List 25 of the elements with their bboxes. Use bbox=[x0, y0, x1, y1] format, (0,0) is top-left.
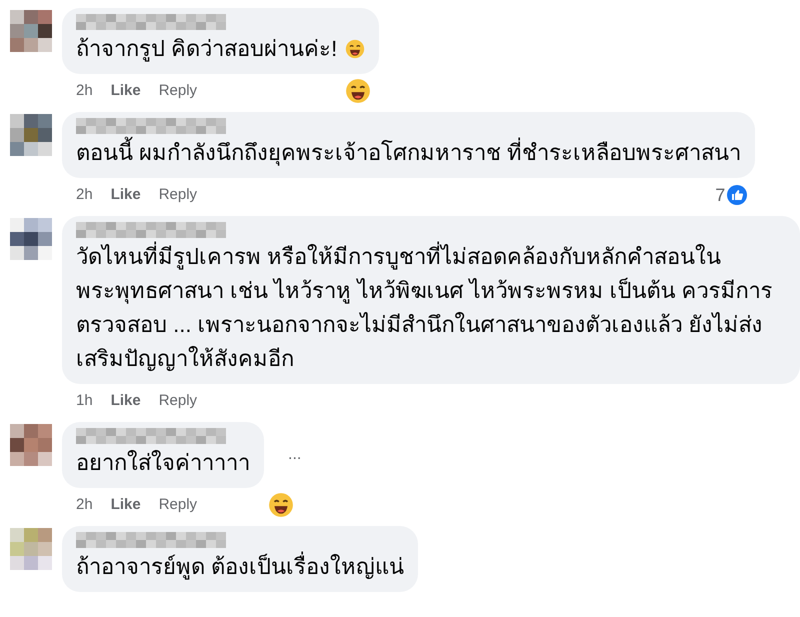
comment-text: อยากใส่ใจค่าาาาา bbox=[76, 449, 250, 477]
like-link[interactable]: Like bbox=[110, 80, 141, 102]
like-count: 7 bbox=[715, 184, 726, 206]
comment-text: ตอนนี้ ผมกำลังนึกถึงยุคพระเจ้าอโศกมหาราช ที่ชำระเหลือบพระศาสนา bbox=[76, 136, 742, 170]
avatar bbox=[10, 528, 52, 570]
avatar bbox=[10, 218, 52, 260]
comment-text: วัดไหนที่มีรูปเคารพ หรือให้มีการบูชาที่ไม่สอดคล้องกับหลักคำสอนใน พระพุทธศาสนา เช่น ไหว้ราหู ไหว้พิฆเนศ ไหว้พระพรหม เป็นต้น ควรมีการ ตรวจสอบ ... เพราะนอกจากจะไม่มีสำนึกในศาสนาของตัวเองแล้ว ยังไม่ส่ง เสริมปัญญาให้สังคมอีก bbox=[76, 240, 786, 376]
avatar bbox=[10, 114, 52, 156]
timestamp: 2h bbox=[76, 80, 93, 101]
like-link[interactable]: Like bbox=[110, 390, 141, 412]
avatar bbox=[10, 10, 52, 52]
like-icon bbox=[727, 185, 748, 205]
reply-link[interactable]: Reply bbox=[158, 80, 198, 102]
timestamp: 1h bbox=[76, 390, 93, 411]
timestamp: 2h bbox=[76, 184, 93, 205]
comment-text: ถ้าจากรูป คิดว่าสอบผ่านค่ะ! bbox=[76, 35, 338, 64]
reply-link[interactable]: Reply bbox=[158, 390, 198, 412]
like-link[interactable]: Like bbox=[110, 184, 141, 206]
reply-link[interactable]: Reply bbox=[158, 184, 198, 206]
like-link[interactable]: Like bbox=[110, 494, 141, 516]
reply-link[interactable]: Reply bbox=[158, 494, 198, 516]
comment-text: ถ้าอาจารย์พูด ต้องเป็นเรื่องใหญ่แน่ bbox=[76, 550, 404, 584]
more-options-button[interactable]: ... bbox=[284, 443, 306, 467]
avatar bbox=[10, 424, 52, 466]
timestamp: 2h bbox=[76, 494, 93, 515]
